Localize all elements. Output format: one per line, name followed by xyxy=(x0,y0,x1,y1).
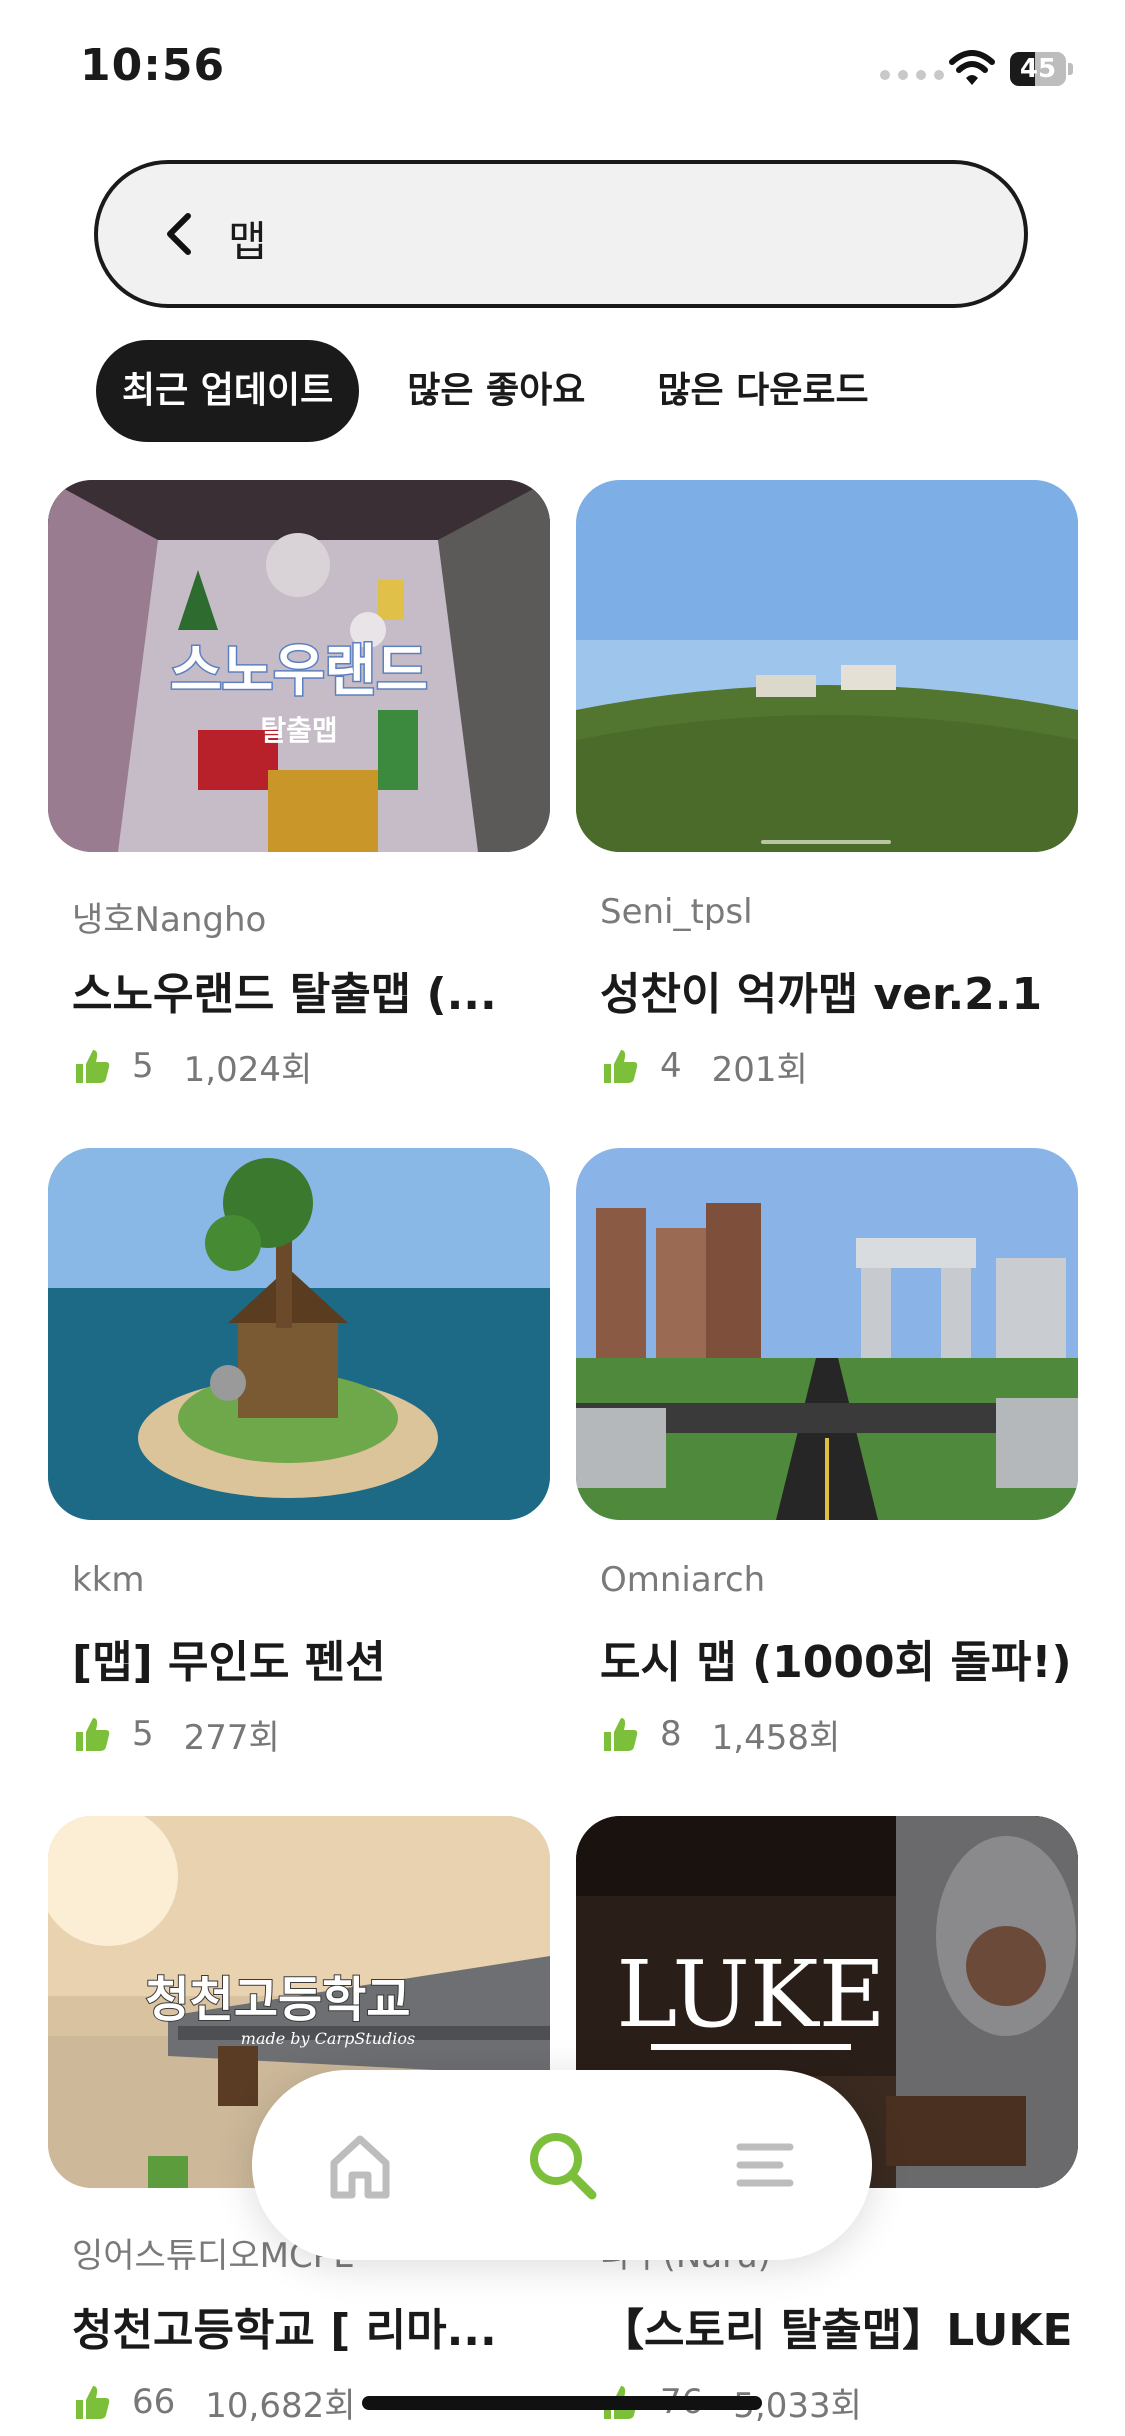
like-count: 4 xyxy=(660,1046,682,1086)
card-title[interactable]: 도시 맵 (1000회 돌파!) xyxy=(600,1626,1090,1690)
map-card[interactable]: Seni_tpsl 성찬이 억까맵 ver.2.1 4 201회 xyxy=(576,480,1078,1090)
tab-most-downloads[interactable]: 많은 다운로드 xyxy=(633,340,892,442)
tab-recent-update[interactable]: 최근 업데이트 xyxy=(96,340,360,442)
map-thumbnail[interactable]: 스노우랜드 탈출맵 xyxy=(48,480,550,852)
map-thumbnail[interactable] xyxy=(48,1148,550,1520)
cellular-signal-icon xyxy=(880,70,944,80)
thumbs-up-icon xyxy=(76,1718,110,1751)
tab-most-likes[interactable]: 많은 좋아요 xyxy=(383,340,609,442)
thumb-subtitle-text: 탈출맵 xyxy=(260,714,337,747)
chevron-left-icon[interactable] xyxy=(160,210,200,258)
card-author: kkm xyxy=(72,1560,145,1600)
like-count: 66 xyxy=(132,2382,176,2422)
card-title[interactable]: 청천고등학교 [ 리마... xyxy=(72,2294,562,2358)
search-bar[interactable]: 맵 xyxy=(94,160,1028,308)
card-title[interactable]: [맵] 무인도 펜션 xyxy=(72,1626,562,1690)
battery-percent: 45 xyxy=(1019,54,1057,84)
download-count: 1,024회 xyxy=(183,1049,313,1090)
thumb-title-text: LUKE xyxy=(616,1941,886,2048)
like-count: 5 xyxy=(132,1714,154,1754)
like-count: 8 xyxy=(660,1714,682,1754)
map-card[interactable]: 스노우랜드 탈출맵 냉호Nangho 스노우랜드 탈출맵 (... 5 1,02… xyxy=(48,480,550,1090)
sort-tabs: 최근 업데이트 많은 좋아요 많은 다운로드 xyxy=(96,340,917,442)
thumbs-up-icon xyxy=(76,2386,110,2419)
card-stats: 5 277회 xyxy=(72,1708,280,1760)
card-author: Seni_tpsl xyxy=(600,892,753,932)
map-card[interactable]: kkm [맵] 무인도 펜션 5 277회 xyxy=(48,1148,550,1758)
download-count: 1,458회 xyxy=(711,1717,841,1758)
status-time: 10:56 xyxy=(80,40,226,91)
thumbs-up-icon xyxy=(604,1718,638,1751)
home-icon[interactable] xyxy=(310,2115,410,2215)
card-author: 냉호Nangho xyxy=(72,900,267,940)
thumb-title-text: 청천고등학교 xyxy=(146,1972,411,2028)
menu-icon[interactable] xyxy=(714,2115,814,2215)
thumb-title-text: 스노우랜드 xyxy=(170,639,428,704)
card-title[interactable]: 【스토리 탈출맵】LUKE xyxy=(600,2294,1090,2358)
card-stats: 66 10,682회 xyxy=(72,2376,356,2428)
thumbs-up-icon xyxy=(76,1050,110,1083)
bottom-navigation xyxy=(252,2070,872,2260)
card-author: Omniarch xyxy=(600,1560,766,1600)
search-query[interactable]: 맵 xyxy=(228,208,267,269)
search-icon[interactable] xyxy=(512,2115,612,2215)
card-title[interactable]: 성찬이 억까맵 ver.2.1 xyxy=(600,958,1090,1022)
map-thumbnail[interactable] xyxy=(576,480,1078,852)
download-count: 201회 xyxy=(711,1049,808,1090)
thumbs-up-icon xyxy=(604,1050,638,1083)
card-title[interactable]: 스노우랜드 탈출맵 (... xyxy=(72,958,562,1022)
map-thumbnail[interactable] xyxy=(576,1148,1078,1520)
status-bar: 10:56 45 xyxy=(0,0,1125,140)
home-indicator xyxy=(362,2396,762,2410)
card-stats: 8 1,458회 xyxy=(600,1708,840,1760)
thumb-subtitle-text: made by CarpStudios xyxy=(241,2029,415,2048)
map-card[interactable]: Omniarch 도시 맵 (1000회 돌파!) 8 1,458회 xyxy=(576,1148,1078,1758)
download-count: 10,682회 xyxy=(205,2385,356,2426)
battery-icon: 45 xyxy=(1010,52,1074,86)
wifi-icon xyxy=(949,50,995,85)
card-stats: 5 1,024회 xyxy=(72,1040,312,1092)
card-stats: 4 201회 xyxy=(600,1040,808,1092)
download-count: 277회 xyxy=(183,1717,280,1758)
like-count: 5 xyxy=(132,1046,154,1086)
